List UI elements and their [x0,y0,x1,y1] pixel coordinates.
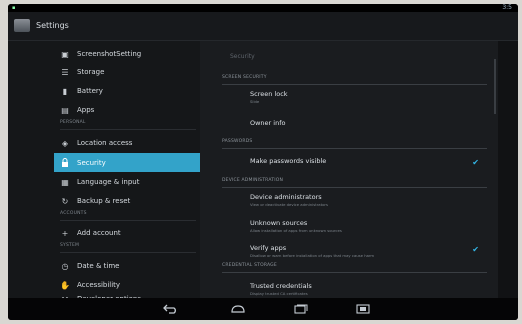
backup-icon: ↻ [61,196,69,206]
action-bar: Settings [8,12,518,41]
status-bar: ▪ 3:5 [8,4,518,12]
plus-icon: + [61,228,69,238]
scrollbar[interactable] [494,59,496,114]
page-title: Security [230,53,255,60]
sidebar-item-security[interactable]: Security [54,153,200,172]
lock-icon [60,158,70,168]
screenshot-button[interactable] [353,302,373,316]
screenshot-icon: ▣ [61,49,69,59]
section-header-passwords: PASSWORDS [222,139,487,149]
sidebar-section-header: ACCOUNTS [60,211,196,221]
notification-icon: ▪ [12,5,16,11]
sidebar-item-label: Date & time [77,262,120,270]
sidebar-item-label: Language & input [77,178,140,186]
pref-trusted-credentials[interactable]: Trusted credentials Display trusted CA c… [250,282,485,296]
pref-screen-lock[interactable]: Screen lock Slide [250,90,485,104]
section-header-device-administration: DEVICE ADMINISTRATION [222,178,487,188]
security-settings-panel: Security SCREEN SECURITY Screen lock Sli… [200,41,498,298]
sidebar-item-label: Location access [77,139,133,147]
pref-title: Unknown sources [250,219,308,227]
sidebar-item-label: Accessibility [77,281,121,289]
sidebar-item-accessibility[interactable]: ✋ Accessibility [54,276,200,294]
sidebar-item-location-access[interactable]: ◈ Location access [54,134,200,152]
pref-summary: Disallow or warn before installation of … [250,253,375,258]
apps-icon: ▤ [61,105,69,115]
section-header-screen-security: SCREEN SECURITY [222,75,487,85]
pref-summary: Display trusted CA certificates [250,291,308,296]
tablet-screen: ▪ 3:5 Settings ▣ ScreenshotSetting ☰ Sto… [8,4,518,320]
checkbox-checked-icon[interactable]: ✔ [472,245,479,254]
sidebar-item-screenshot-setting[interactable]: ▣ ScreenshotSetting [54,45,200,63]
keyboard-icon: ▦ [61,177,69,187]
pref-title: Owner info [250,119,286,127]
pref-make-passwords-visible[interactable]: Make passwords visible ✔ [250,157,485,167]
back-button[interactable] [160,302,180,316]
pref-summary: Slide [250,99,260,104]
settings-app-icon[interactable] [14,19,30,32]
sidebar-item-battery[interactable]: ▮ Battery [54,82,200,100]
sidebar-item-label: Apps [77,106,95,114]
sidebar-item-date-time[interactable]: ◷ Date & time [54,257,200,275]
pref-summary: View or deactivate device administrators [250,202,328,207]
location-icon: ◈ [61,138,69,148]
storage-icon: ☰ [61,67,69,77]
pref-summary: Allow installation of apps from unknown … [250,228,342,233]
sidebar-section-header: SYSTEM [60,243,196,253]
pref-title: Trusted credentials [250,282,312,290]
navigation-bar [8,298,518,320]
sidebar-item-label: Battery [77,87,103,95]
sidebar-item-label: Security [77,158,106,167]
app-title: Settings [36,21,69,30]
recent-apps-button[interactable] [290,302,310,316]
sidebar-item-label: Storage [77,68,105,76]
sidebar-item-add-account[interactable]: + Add account [54,224,200,242]
pref-title: Make passwords visible [250,157,327,165]
sidebar-item-storage[interactable]: ☰ Storage [54,63,200,81]
battery-icon: ▮ [62,86,68,96]
home-button[interactable] [228,302,248,316]
settings-sidebar: ▣ ScreenshotSetting ☰ Storage ▮ Battery … [8,41,200,305]
pref-title: Screen lock [250,90,288,98]
sidebar-item-label: ScreenshotSetting [77,50,142,58]
pref-verify-apps[interactable]: Verify apps Disallow or warn before inst… [250,244,485,258]
hand-icon: ✋ [60,280,70,290]
sidebar-section-header: PERSONAL [60,120,196,130]
pref-title: Device administrators [250,193,322,201]
status-clock: 3:5 [502,4,512,11]
sidebar-item-label: Backup & reset [77,197,131,205]
sidebar-item-backup-reset[interactable]: ↻ Backup & reset [54,192,200,210]
section-header-credential-storage: CREDENTIAL STORAGE [222,263,487,273]
clock-icon: ◷ [61,261,69,271]
pref-owner-info[interactable]: Owner info [250,119,485,127]
pref-device-administrators[interactable]: Device administrators View or deactivate… [250,193,485,207]
pref-title: Verify apps [250,244,287,252]
checkbox-checked-icon[interactable]: ✔ [472,158,479,167]
pref-unknown-sources[interactable]: Unknown sources Allow installation of ap… [250,219,485,233]
sidebar-item-language-input[interactable]: ▦ Language & input [54,173,200,191]
sidebar-item-label: Add account [77,229,121,237]
sidebar-item-apps[interactable]: ▤ Apps [54,101,200,119]
